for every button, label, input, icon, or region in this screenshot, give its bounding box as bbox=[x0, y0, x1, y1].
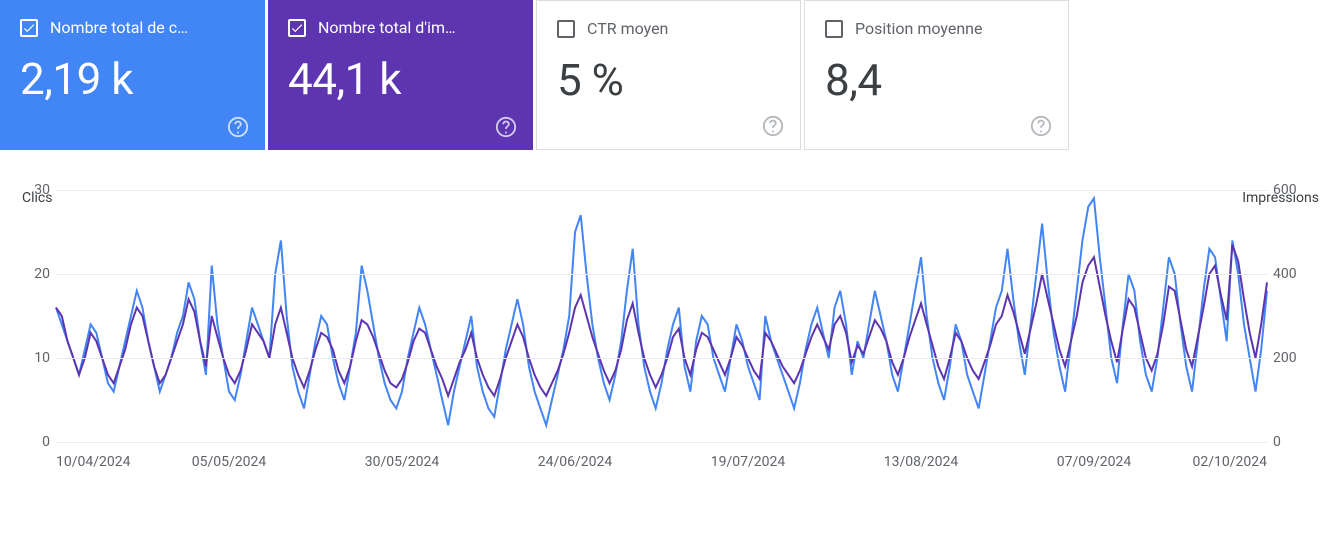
y-tick-left: 30 bbox=[22, 182, 50, 198]
position-card[interactable]: Position moyenne 8,4 bbox=[804, 0, 1069, 150]
impressions-card[interactable]: Nombre total d'im… 44,1 k bbox=[268, 0, 533, 150]
x-tick: 13/08/2024 bbox=[884, 454, 959, 470]
card-header: Nombre total d'im… bbox=[288, 18, 513, 37]
x-tick: 24/06/2024 bbox=[538, 454, 613, 470]
checkbox-icon bbox=[825, 20, 843, 38]
help-icon[interactable] bbox=[762, 115, 784, 137]
y-tick-right: 200 bbox=[1273, 350, 1307, 366]
chart: Clics Impressions 00102002040030600 10/0… bbox=[0, 190, 1327, 478]
help-icon[interactable] bbox=[495, 116, 517, 138]
metric-cards-row: Nombre total de c… 2,19 k Nombre total d… bbox=[0, 0, 1327, 150]
series-impressions bbox=[56, 245, 1267, 396]
card-value: 44,1 k bbox=[288, 53, 513, 105]
x-tick: 05/05/2024 bbox=[192, 454, 267, 470]
x-tick: 19/07/2024 bbox=[711, 454, 786, 470]
x-tick: 30/05/2024 bbox=[365, 454, 440, 470]
x-tick: 07/09/2024 bbox=[1057, 454, 1132, 470]
card-value: 8,4 bbox=[825, 54, 1048, 106]
y-tick-left: 0 bbox=[22, 434, 50, 450]
card-value: 5 % bbox=[557, 54, 780, 106]
card-label: CTR moyen bbox=[587, 19, 668, 38]
x-tick: 10/04/2024 bbox=[56, 454, 131, 470]
card-header: Nombre total de c… bbox=[20, 18, 245, 37]
series-clics bbox=[56, 198, 1267, 425]
plot-area[interactable]: 00102002040030600 bbox=[56, 190, 1267, 442]
clicks-card[interactable]: Nombre total de c… 2,19 k bbox=[0, 0, 265, 150]
checkbox-icon bbox=[20, 19, 38, 37]
y-tick-left: 20 bbox=[22, 266, 50, 282]
card-label: Position moyenne bbox=[855, 19, 982, 38]
y-tick-left: 10 bbox=[22, 350, 50, 366]
card-label: Nombre total d'im… bbox=[318, 18, 456, 37]
checkbox-icon bbox=[288, 19, 306, 37]
y-tick-right: 400 bbox=[1273, 266, 1307, 282]
help-icon[interactable] bbox=[1030, 115, 1052, 137]
x-axis: 10/04/2024 05/05/2024 30/05/2024 24/06/2024… bbox=[56, 454, 1267, 478]
card-value: 2,19 k bbox=[20, 53, 245, 105]
y-tick-right: 0 bbox=[1273, 434, 1307, 450]
help-icon[interactable] bbox=[227, 116, 249, 138]
card-header: CTR moyen bbox=[557, 19, 780, 38]
y-tick-right: 600 bbox=[1273, 182, 1307, 198]
x-tick: 02/10/2024 bbox=[1193, 454, 1268, 470]
card-label: Nombre total de c… bbox=[50, 18, 188, 37]
checkbox-icon bbox=[557, 20, 575, 38]
card-header: Position moyenne bbox=[825, 19, 1048, 38]
chart-lines bbox=[56, 190, 1267, 442]
ctr-card[interactable]: CTR moyen 5 % bbox=[536, 0, 801, 150]
